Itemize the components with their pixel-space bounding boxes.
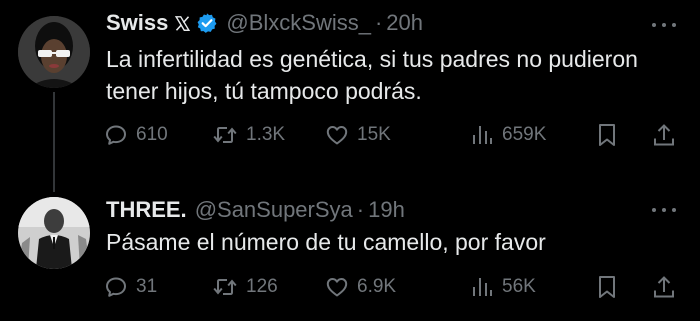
views-button[interactable]: 659K [470,118,546,152]
reply-button[interactable]: 610 [104,118,168,152]
tweet[interactable]: Swiss @BlxckSwiss_ · 20h La infertilidad… [0,0,700,192]
retweet-button[interactable]: 126 [212,270,278,304]
action-bar: 31 126 6.9K 56K [104,270,684,304]
verified-badge-icon [196,12,218,34]
action-bar: 610 1.3K 15K 659K [104,118,684,152]
tweet-text: Pásame el número de tu camello, por favo… [106,229,546,255]
display-name[interactable]: THREE. [106,197,187,223]
more-options-icon[interactable] [652,20,676,30]
timestamp[interactable]: 19h [368,197,405,223]
separator-dot: · [356,197,365,222]
like-button[interactable]: 6.9K [325,270,396,304]
share-icon [654,276,674,298]
share-button[interactable] [652,270,676,304]
reply-count: 31 [136,276,158,297]
avatar[interactable] [18,197,90,269]
user-handle[interactable]: @SanSuperSya [195,197,353,223]
like-button[interactable]: 15K [325,118,391,152]
x-logo-icon [174,15,191,32]
retweet-button[interactable]: 1.3K [212,118,285,152]
like-count: 15K [357,124,391,145]
retweet-count: 1.3K [246,124,286,145]
display-name[interactable]: Swiss [106,10,168,36]
bookmark-icon [599,124,615,146]
tweet-header: THREE. @SanSuperSya · 19h [106,195,405,225]
retweet-icon [213,279,237,295]
user-handle[interactable]: @BlxckSwiss_ [226,10,371,36]
separator-dot: · [374,10,383,35]
avatar-image [18,197,90,269]
like-icon [326,126,348,145]
reply-icon [106,125,126,145]
more-options-icon[interactable] [652,205,676,215]
tweet-header: Swiss @BlxckSwiss_ · 20h [106,8,423,38]
view-count: 56K [502,276,536,297]
tweet-text: La infertilidad es genética, si tus padr… [106,46,638,104]
bookmark-button[interactable] [596,118,618,152]
reply-count: 610 [136,124,168,145]
tweet[interactable]: THREE. @SanSuperSya · 19h Pásame el núme… [0,175,700,321]
share-icon [654,124,674,146]
like-icon [326,278,348,297]
views-icon [473,278,492,296]
timestamp[interactable]: 20h [386,10,423,36]
reply-icon [106,277,126,297]
bookmark-icon [599,276,615,298]
like-count: 6.9K [357,276,397,297]
views-button[interactable]: 56K [470,270,536,304]
view-count: 659K [502,124,547,145]
reply-button[interactable]: 31 [104,270,157,304]
share-button[interactable] [652,118,676,152]
avatar[interactable] [18,16,90,88]
views-icon [473,126,492,144]
bookmark-button[interactable] [596,270,618,304]
avatar-image [18,16,90,88]
retweet-icon [213,127,237,143]
retweet-count: 126 [246,276,278,297]
